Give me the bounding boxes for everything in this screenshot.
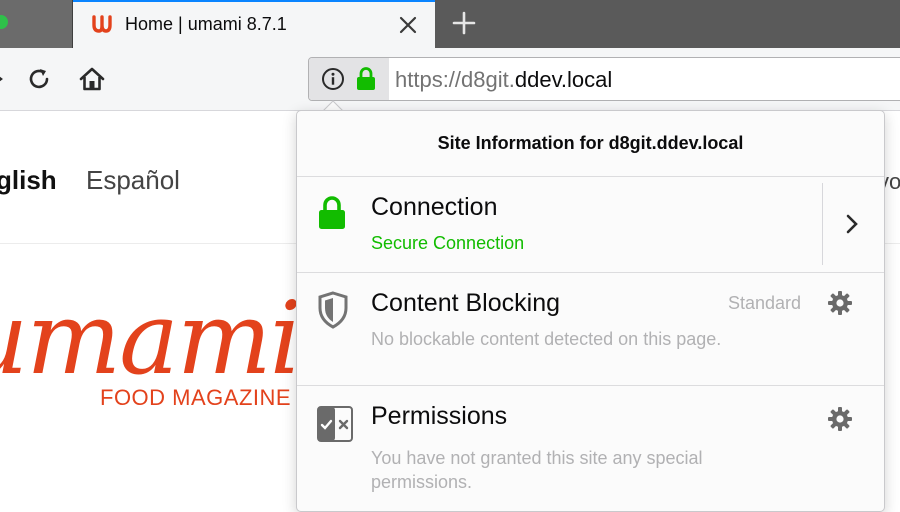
shield-icon [318,291,348,329]
connection-status: Secure Connection [371,233,525,253]
navigation-toolbar: https://d8git.ddev.local [0,48,900,111]
lock-icon [357,67,375,90]
content-blocking-row: Content Blocking Standard No blockable c… [297,273,884,386]
site-logo-tagline: FOOD MAGAZINE [100,385,292,410]
content-blocking-description: No blockable content detected on this pa… [371,329,722,349]
permissions-description: You have not granted this site any speci… [371,448,703,492]
site-logo-script[interactable]: umami [0,289,302,389]
panel-header: Site Information for d8git.ddev.local [297,111,884,177]
content-blocking-state: Standard [728,293,802,313]
home-icon[interactable] [78,65,106,93]
panel-title: Site Information for d8git.ddev.local [437,133,744,153]
url-bar[interactable]: https://d8git.ddev.local [308,57,900,101]
site-information-panel: Site Information for d8git.ddev.local Co… [296,110,885,512]
gear-icon[interactable] [827,290,853,316]
connection-row[interactable]: Connection Secure Connection [297,177,884,273]
permissions-title: Permissions [371,402,508,430]
language-link-spanish[interactable]: Español [86,165,180,196]
url-text[interactable]: https://d8git.ddev.local [395,67,612,93]
connection-title: Connection [371,193,498,221]
language-link-english[interactable]: glish [0,165,57,196]
umami-favicon-icon [92,15,112,33]
plus-icon[interactable] [450,9,478,37]
content-blocking-title: Content Blocking [371,289,561,317]
permissions-row: Permissions You have not granted this si… [297,386,884,511]
tab-previous[interactable] [0,0,73,48]
row-divider [822,183,823,265]
window-maximize-button[interactable] [0,15,8,29]
chevron-right-icon[interactable] [845,213,859,235]
close-icon[interactable] [397,14,419,36]
info-icon [322,68,344,90]
tab-active[interactable]: Home | umami 8.7.1 [73,0,435,48]
site-identity-button[interactable] [309,58,389,100]
permissions-icon [317,406,353,442]
lock-icon [319,196,345,229]
reload-icon[interactable] [26,66,52,92]
tab-title: Home | umami 8.7.1 [125,14,287,34]
forward-arrow-icon[interactable] [0,70,4,88]
tab-strip: Home | umami 8.7.1 [0,0,900,48]
url-domain: ddev.local [514,67,613,92]
gear-icon[interactable] [827,406,853,432]
url-prefix: https://d8git. [395,67,515,92]
